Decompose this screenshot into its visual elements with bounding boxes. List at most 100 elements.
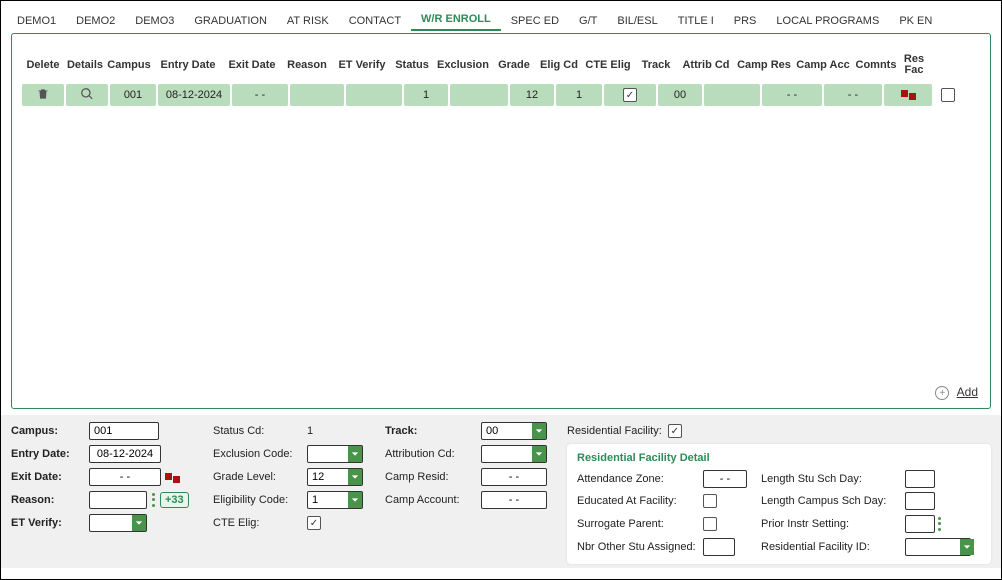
details-row-button[interactable] [66, 84, 108, 106]
reason-input[interactable] [89, 491, 147, 509]
col-details: Details [64, 52, 106, 78]
cell-grade[interactable]: 12 [510, 84, 554, 106]
cte-checkbox[interactable]: ✓ [307, 516, 321, 530]
tab-bil-esl[interactable]: BIL/ESL [607, 9, 667, 31]
add-row-area: + Add [935, 385, 978, 400]
enroll-panel: Delete Details Campus Entry Date Exit Da… [11, 33, 991, 409]
rf-checkbox[interactable]: ✓ [668, 424, 682, 438]
entry-input[interactable] [89, 445, 161, 463]
col-res-fac: ResFac [900, 52, 928, 78]
grid-header: Delete Details Campus Entry Date Exit Da… [12, 34, 990, 84]
col-exit: Exit Date [224, 52, 280, 78]
cell-attrib[interactable] [704, 84, 760, 106]
col-et-verify: ET Verify [334, 52, 390, 78]
lbl-etv: ET Verify: [11, 517, 62, 529]
tab-at-risk[interactable]: AT RISK [277, 9, 339, 31]
magnifier-icon [80, 87, 94, 104]
col-camp-res: Camp Res [734, 52, 794, 78]
cell-campus[interactable]: 001 [110, 84, 156, 106]
lbl-reason: Reason: [11, 494, 54, 506]
no-input[interactable] [703, 538, 735, 556]
cell-exit[interactable]: - - [232, 84, 288, 106]
az-input[interactable] [703, 470, 747, 488]
col-exclusion: Exclusion [434, 52, 492, 78]
col-delete: Delete [22, 52, 64, 78]
lbl-grade: Grade Level: [213, 471, 276, 483]
cres-input[interactable] [481, 468, 547, 486]
tab-prs[interactable]: PRS [724, 9, 767, 31]
attr-dd[interactable] [532, 446, 546, 462]
excl-dd[interactable] [348, 446, 362, 462]
lbl-cres: Camp Resid: [385, 471, 449, 483]
tab-gt[interactable]: G/T [569, 9, 607, 31]
tab-demo2[interactable]: DEMO2 [66, 9, 125, 31]
col-grade: Grade [492, 52, 536, 78]
exit-flag-icon [165, 473, 180, 483]
cell-entry[interactable]: 08-12-2024 [158, 84, 230, 106]
rf-detail-panel: Residential Facility Detail Attendance Z… [567, 444, 991, 564]
exit-input[interactable] [89, 468, 161, 486]
col-reason: Reason [280, 52, 334, 78]
cell-comments[interactable] [884, 84, 932, 106]
cell-status[interactable]: 1 [404, 84, 448, 106]
lbl-rf: Residential Facility: [567, 425, 662, 437]
lbl-campus: Campus: [11, 425, 58, 437]
lbl-rfid: Residential Facility ID: [761, 541, 897, 553]
lcd-input[interactable] [905, 492, 935, 510]
tab-wr-enroll[interactable]: W/R ENROLL [411, 7, 501, 31]
tab-demo1[interactable]: DEMO1 [7, 9, 66, 31]
add-link[interactable]: Add [957, 385, 978, 399]
lbl-excl: Exclusion Code: [213, 448, 293, 460]
trash-icon [36, 87, 50, 104]
lbl-cacc: Camp Account: [385, 494, 460, 506]
tab-spec-ed[interactable]: SPEC ED [501, 9, 569, 31]
rfid-dd[interactable] [960, 539, 974, 555]
cacc-input[interactable] [481, 491, 547, 509]
cte-check-icon: ✓ [623, 88, 637, 102]
col-status: Status [390, 52, 434, 78]
cell-camp-acc[interactable]: - - [824, 84, 882, 106]
cell-res-fac[interactable] [934, 84, 962, 106]
cell-reason[interactable] [290, 84, 344, 106]
tab-pk-en[interactable]: PK EN [889, 9, 942, 31]
cell-track[interactable]: 00 [658, 84, 702, 106]
lbl-cte: CTE Elig: [213, 517, 259, 529]
rf-title: Residential Facility Detail [577, 452, 981, 464]
sp-checkbox[interactable] [703, 517, 717, 531]
col-entry: Entry Date [152, 52, 224, 78]
lbl-exit: Exit Date: [11, 471, 62, 483]
etv-dd[interactable] [132, 515, 146, 531]
cell-elig[interactable]: 1 [556, 84, 602, 106]
elig-dd[interactable] [348, 492, 362, 508]
track-dd[interactable] [532, 423, 546, 439]
lbl-az: Attendance Zone: [577, 473, 695, 485]
res-fac-checkbox[interactable] [941, 88, 955, 102]
grid-row: 001 08-12-2024 - - 1 12 1 ✓ 00 - - - - [12, 84, 990, 110]
col-attrib: Attrib Cd [678, 52, 734, 78]
tab-bar: DEMO1 DEMO2 DEMO3 GRADUATION AT RISK CON… [1, 1, 1001, 31]
reason-chip[interactable]: +33 [160, 492, 189, 508]
tab-graduation[interactable]: GRADUATION [184, 9, 277, 31]
tab-local-programs[interactable]: LOCAL PROGRAMS [766, 9, 889, 31]
delete-row-button[interactable] [22, 84, 64, 106]
tab-contact[interactable]: CONTACT [339, 9, 411, 31]
plus-icon[interactable]: + [935, 386, 949, 400]
lbl-sp: Surrogate Parent: [577, 518, 695, 530]
reason-more-icon[interactable] [151, 492, 156, 508]
tab-demo3[interactable]: DEMO3 [125, 9, 184, 31]
campus-input[interactable] [89, 422, 159, 440]
lbl-lsd: Length Stu Sch Day: [761, 473, 897, 485]
lsd-input[interactable] [905, 470, 935, 488]
cell-exclusion[interactable] [450, 84, 508, 106]
ef-checkbox[interactable] [703, 494, 717, 508]
form-area: Campus: Entry Date: Exit Date: Reason: E… [1, 415, 1001, 568]
tab-title-i[interactable]: TITLE I [668, 9, 724, 31]
pis-more-icon[interactable] [937, 516, 942, 532]
grade-dd[interactable] [348, 469, 362, 485]
pis-input[interactable] [905, 515, 935, 533]
cell-etverify[interactable] [346, 84, 402, 106]
lbl-lcd: Length Campus Sch Day: [761, 495, 897, 507]
cell-cte[interactable]: ✓ [604, 84, 656, 106]
cell-camp-res[interactable]: - - [762, 84, 822, 106]
comment-flag-icon [901, 90, 916, 100]
